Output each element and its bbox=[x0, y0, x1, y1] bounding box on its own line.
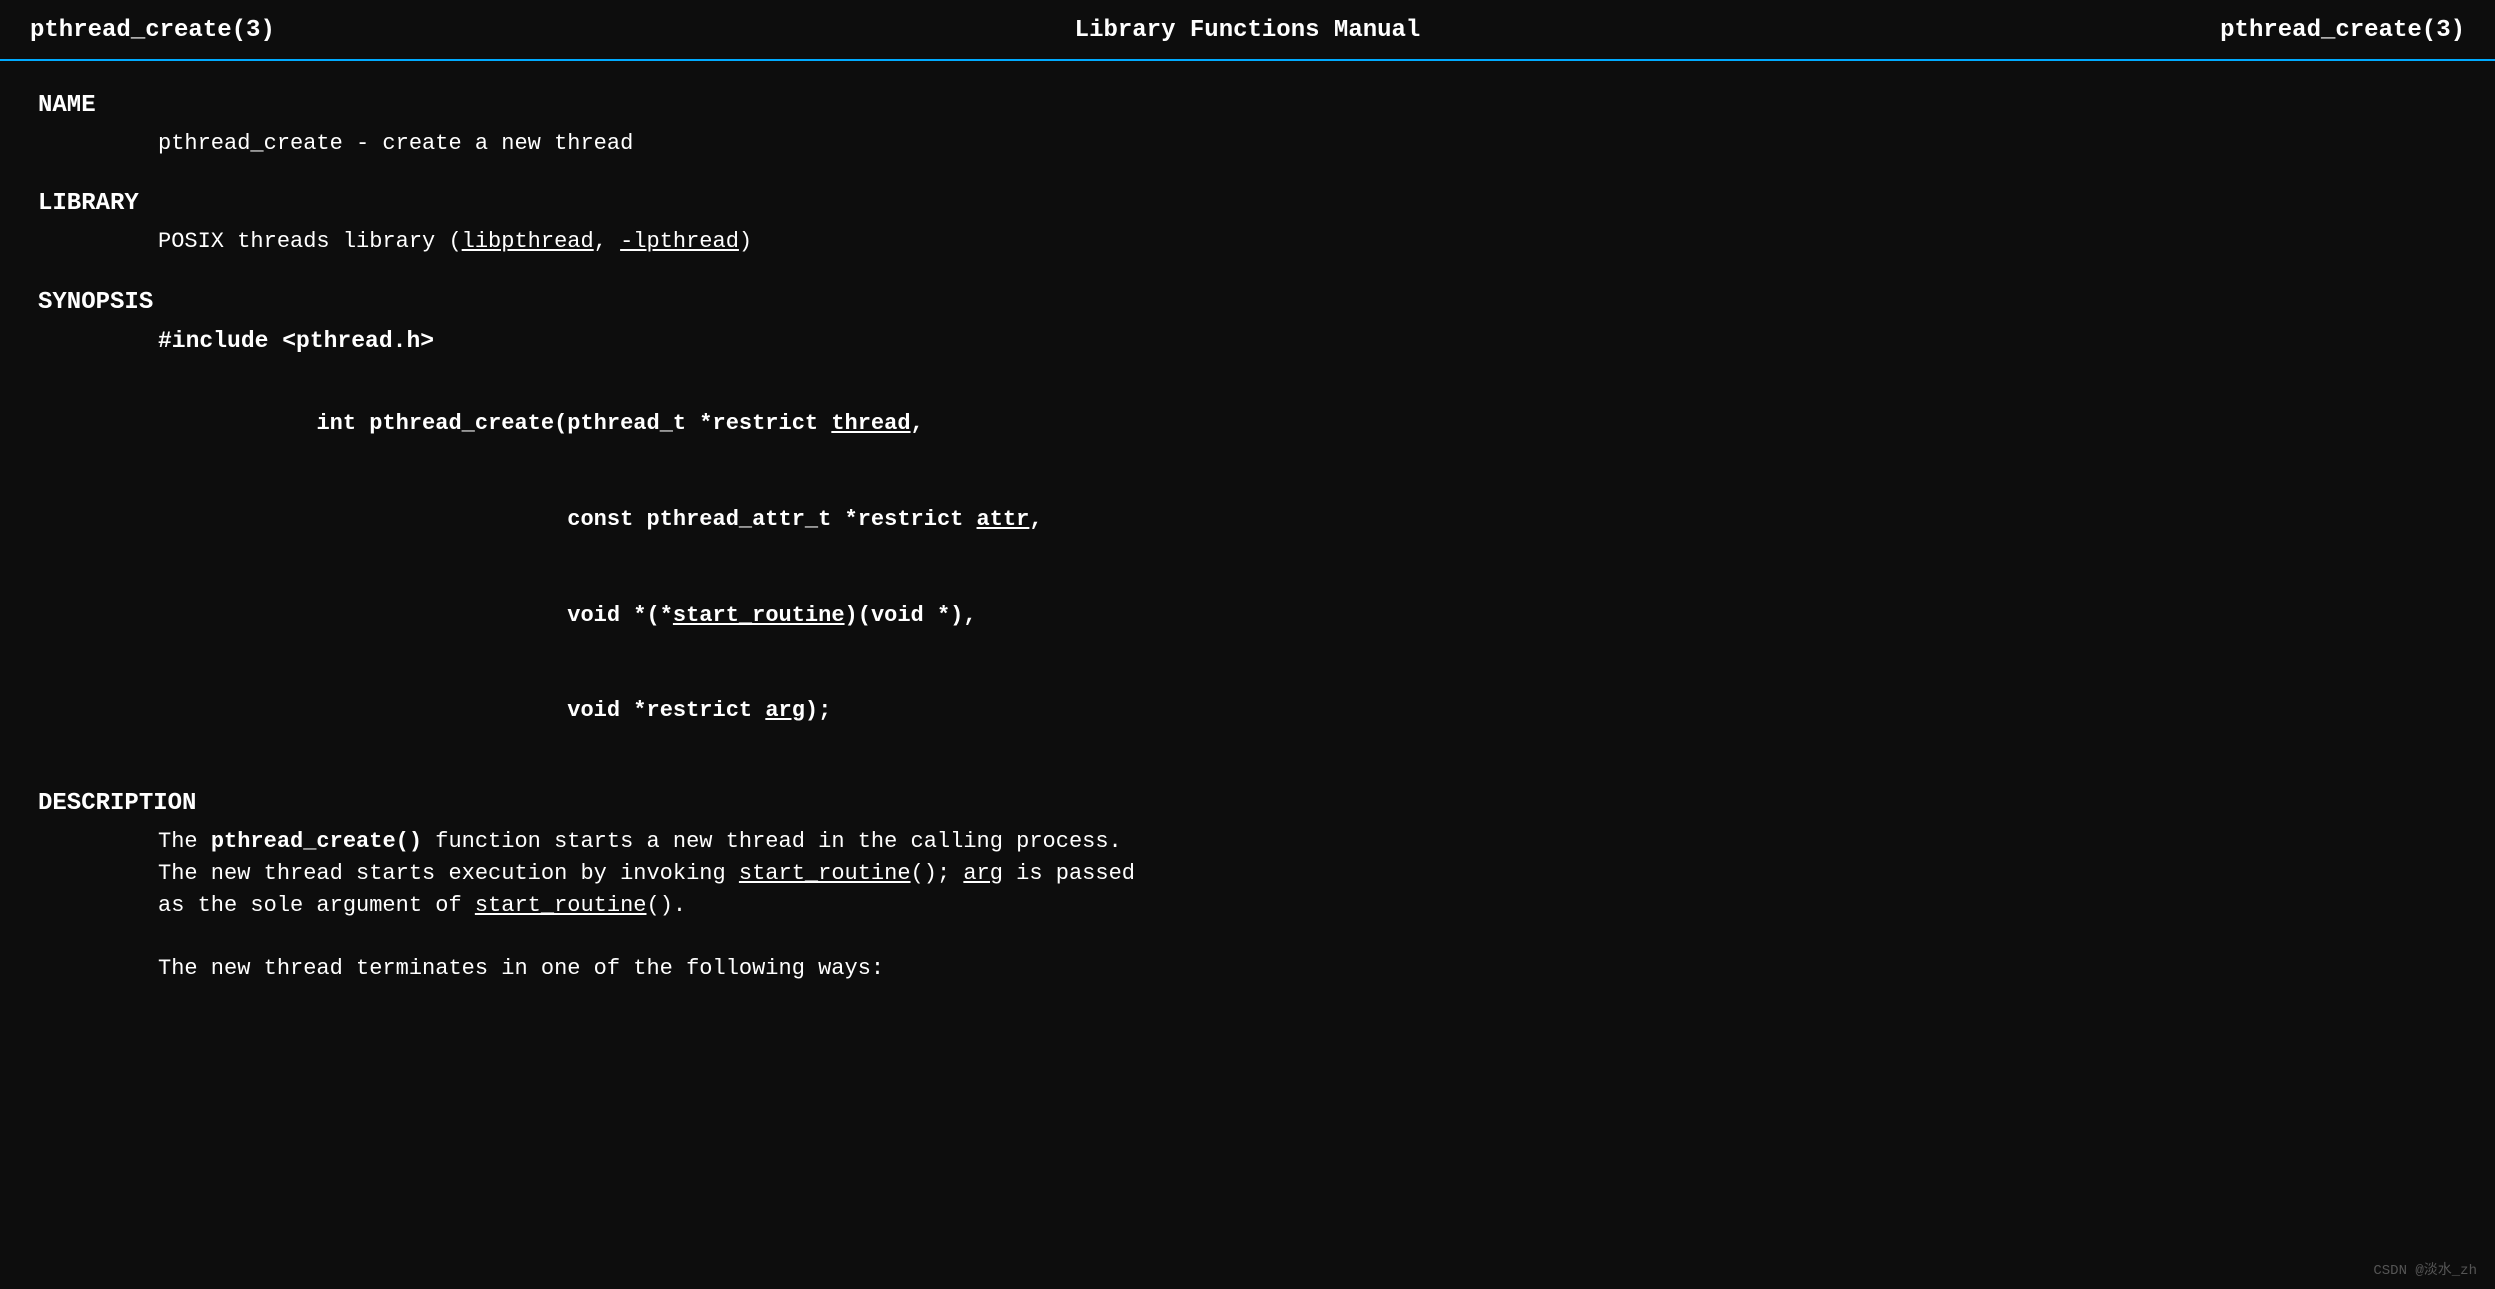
description-para3: as the sole argument of start_routine(). bbox=[158, 890, 2457, 922]
func-line2-text: const pthread_attr_t *restrict bbox=[316, 507, 976, 532]
synopsis-func-line1: int pthread_create(pthread_t *restrict t… bbox=[158, 376, 2457, 472]
header-center: Library Functions Manual bbox=[1075, 14, 1421, 49]
func-line4-end: ); bbox=[805, 698, 831, 723]
func-line3-text: void *(* bbox=[316, 603, 672, 628]
description-section: DESCRIPTION The pthread_create() functio… bbox=[38, 787, 2457, 985]
para1-prefix: The bbox=[158, 829, 211, 854]
synopsis-func: int pthread_create(pthread_t *restrict t… bbox=[158, 376, 2457, 759]
header-bar: pthread_create(3) Library Functions Manu… bbox=[0, 8, 2495, 61]
para3-end: (). bbox=[647, 893, 687, 918]
synopsis-func-line4: void *restrict arg); bbox=[158, 663, 2457, 759]
library-suffix: ) bbox=[739, 229, 752, 254]
library-label: LIBRARY bbox=[38, 187, 2457, 222]
para1-bold: pthread_create() bbox=[211, 829, 422, 854]
para3-prefix: as the sole argument of bbox=[158, 893, 475, 918]
library-section: LIBRARY POSIX threads library (libpthrea… bbox=[38, 187, 2457, 258]
library-link2[interactable]: -lpthread bbox=[620, 229, 739, 254]
library-body: POSIX threads library (libpthread, -lpth… bbox=[38, 226, 2457, 258]
description-para4: The new thread terminates in one of the … bbox=[158, 953, 2457, 985]
func-line2-end: , bbox=[1029, 507, 1042, 532]
synopsis-func-line2: const pthread_attr_t *restrict attr, bbox=[158, 472, 2457, 568]
para2-end: is passed bbox=[1003, 861, 1135, 886]
para1-mid: function starts a new thread in the call… bbox=[422, 829, 1122, 854]
para4-text: The new thread terminates in one of the … bbox=[158, 956, 884, 981]
func-link2[interactable]: attr bbox=[977, 507, 1030, 532]
func-link3[interactable]: start_routine bbox=[673, 603, 845, 628]
func-line4-text: void *restrict bbox=[316, 698, 765, 723]
header-right: pthread_create(3) bbox=[2220, 14, 2465, 49]
name-body: pthread_create - create a new thread bbox=[38, 128, 2457, 160]
library-comma: , bbox=[594, 229, 620, 254]
content: NAME pthread_create - create a new threa… bbox=[0, 61, 2495, 1033]
description-para2: The new thread starts execution by invok… bbox=[158, 858, 2457, 890]
func-link4[interactable]: arg bbox=[765, 698, 805, 723]
synopsis-body: #include <pthread.h> int pthread_create(… bbox=[38, 325, 2457, 759]
name-label: NAME bbox=[38, 89, 2457, 124]
para3-link[interactable]: start_routine bbox=[475, 893, 647, 918]
synopsis-section: SYNOPSIS #include <pthread.h> int pthrea… bbox=[38, 286, 2457, 759]
synopsis-label: SYNOPSIS bbox=[38, 286, 2457, 321]
func-line1-end: , bbox=[911, 411, 924, 436]
synopsis-func-line3: void *(*start_routine)(void *), bbox=[158, 568, 2457, 664]
synopsis-include: #include <pthread.h> bbox=[158, 325, 2457, 358]
description-label: DESCRIPTION bbox=[38, 787, 2457, 822]
para2-link2[interactable]: arg bbox=[963, 861, 1003, 886]
para2-text: The new thread starts execution by invok… bbox=[158, 861, 739, 886]
para2-link1[interactable]: start_routine bbox=[739, 861, 911, 886]
func-line3-end: )(void *), bbox=[845, 603, 977, 628]
library-prefix: POSIX threads library ( bbox=[158, 229, 462, 254]
library-link1[interactable]: libpthread bbox=[462, 229, 594, 254]
page-container: pthread_create(3) Library Functions Manu… bbox=[0, 0, 2495, 1289]
func-link1[interactable]: thread bbox=[831, 411, 910, 436]
watermark: CSDN @淡水_zh bbox=[2373, 1261, 2477, 1281]
description-para1: The pthread_create() function starts a n… bbox=[158, 826, 2457, 858]
para2-mid: (); bbox=[911, 861, 964, 886]
header-left: pthread_create(3) bbox=[30, 14, 275, 49]
description-body: The pthread_create() function starts a n… bbox=[38, 826, 2457, 985]
func-line1-text: int pthread_create(pthread_t *restrict bbox=[316, 411, 831, 436]
name-section: NAME pthread_create - create a new threa… bbox=[38, 89, 2457, 160]
